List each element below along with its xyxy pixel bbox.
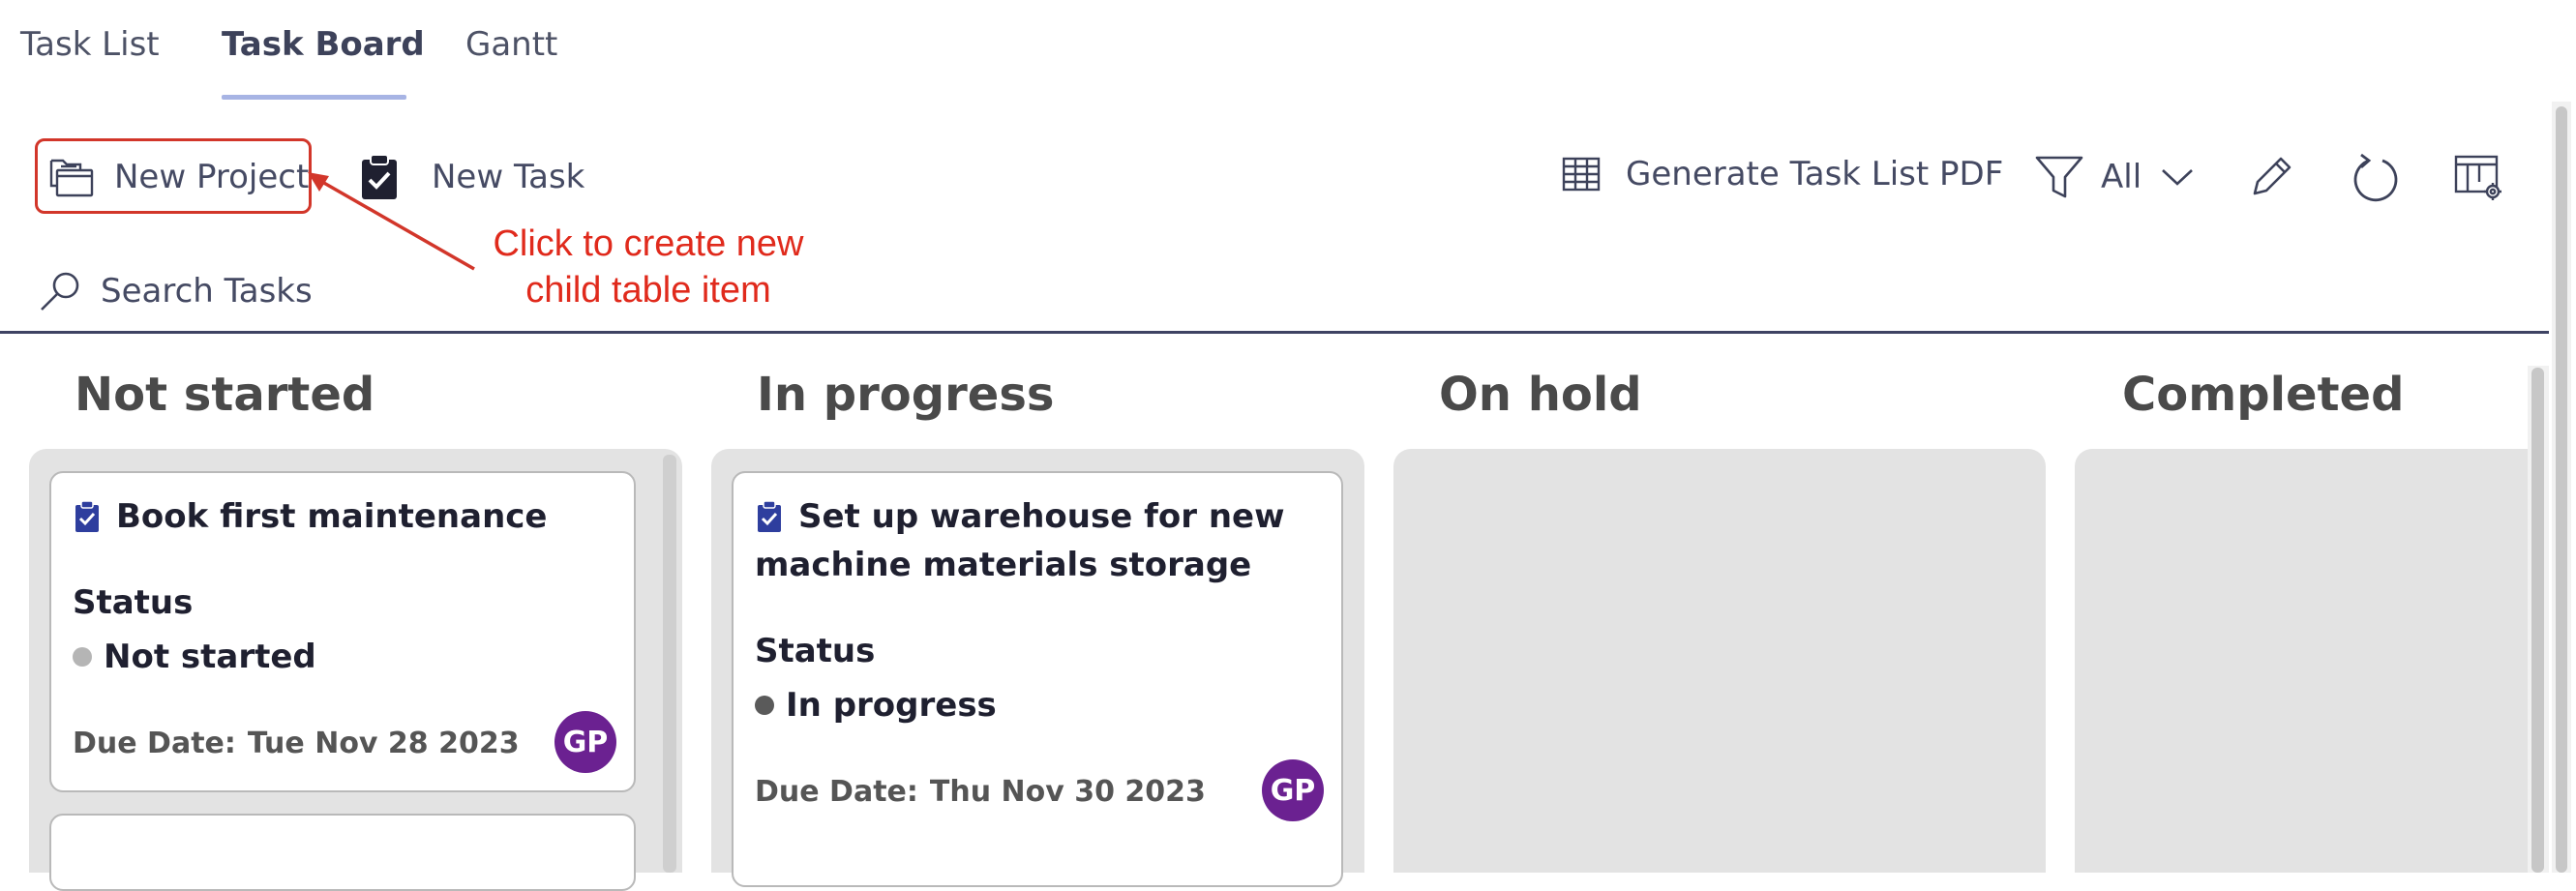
task-title-line-1: Set up warehouse for new: [798, 497, 1285, 536]
chevron-down-icon: [2161, 167, 2194, 187]
status-text: In progress: [786, 686, 997, 725]
column-title-not-started: Not started: [75, 368, 375, 422]
status-dot: [755, 696, 774, 715]
callout-line-1: Click to create new: [493, 223, 804, 264]
refresh-icon: [2350, 151, 2400, 203]
tab-task-board[interactable]: Task Board: [222, 25, 425, 64]
task-clipboard-icon: [757, 500, 782, 537]
task-title-line-2: machine materials storage: [755, 546, 1252, 584]
task-card[interactable]: Book first maintenance Status Not starte…: [49, 471, 636, 792]
due-date: Due Date: Tue Nov 28 2023: [73, 727, 520, 760]
status-value: Not started: [73, 638, 316, 676]
due-date-value: Thu Nov 30 2023: [929, 775, 1206, 809]
column-title-on-hold: On hold: [1439, 368, 1642, 422]
column-completed: [2075, 449, 2528, 873]
due-date-label: Due Date:: [73, 727, 236, 760]
active-tab-indicator: [222, 95, 406, 100]
table-settings-icon: [2454, 153, 2502, 201]
column-title-in-progress: In progress: [757, 368, 1055, 422]
status-dot: [73, 647, 92, 667]
board-scrollbar-thumb[interactable]: [2531, 368, 2544, 873]
column-title-completed: Completed: [2122, 368, 2405, 422]
task-title: Book first maintenance: [116, 497, 548, 536]
search-icon: [39, 269, 83, 313]
callout-text: Click to create new child table item: [455, 221, 842, 313]
search-input[interactable]: Search Tasks: [39, 269, 313, 313]
task-clipboard-icon: [75, 500, 100, 537]
due-date: Due Date: Thu Nov 30 2023: [755, 775, 1206, 809]
callout-line-2: child table item: [525, 270, 771, 311]
tab-gantt[interactable]: Gantt: [465, 25, 557, 64]
filter-icon: [2035, 155, 2083, 199]
table-settings-button[interactable]: [2454, 153, 2502, 201]
avatar[interactable]: GP: [554, 711, 616, 773]
avatar[interactable]: GP: [1262, 759, 1324, 821]
page-scrollbar-thumb[interactable]: [2556, 106, 2567, 873]
due-date-value: Tue Nov 28 2023: [247, 727, 520, 760]
search-placeholder: Search Tasks: [101, 272, 313, 311]
column-scrollbar-thumb[interactable]: [663, 455, 676, 873]
column-on-hold: [1393, 449, 2046, 873]
tab-task-list[interactable]: Task List: [20, 25, 160, 64]
status-label: Status: [755, 632, 876, 670]
pencil-icon: [2247, 153, 2295, 201]
generate-pdf-label: Generate Task List PDF: [1626, 155, 2004, 193]
status-text: Not started: [104, 638, 316, 676]
generate-pdf-button[interactable]: Generate Task List PDF: [1562, 155, 2003, 193]
table-icon: [1562, 155, 1601, 193]
status-value: In progress: [755, 686, 997, 725]
filter-value: All: [2101, 158, 2142, 196]
task-card[interactable]: Set up warehouse for new machine materia…: [732, 471, 1343, 887]
status-label: Status: [73, 583, 194, 622]
task-card[interactable]: [49, 814, 636, 891]
edit-button[interactable]: [2247, 153, 2295, 201]
toolbar-divider: [0, 331, 2549, 334]
highlight-box: [35, 138, 312, 214]
due-date-label: Due Date:: [755, 775, 918, 809]
filter-dropdown[interactable]: All: [2035, 155, 2194, 199]
refresh-button[interactable]: [2350, 151, 2400, 203]
